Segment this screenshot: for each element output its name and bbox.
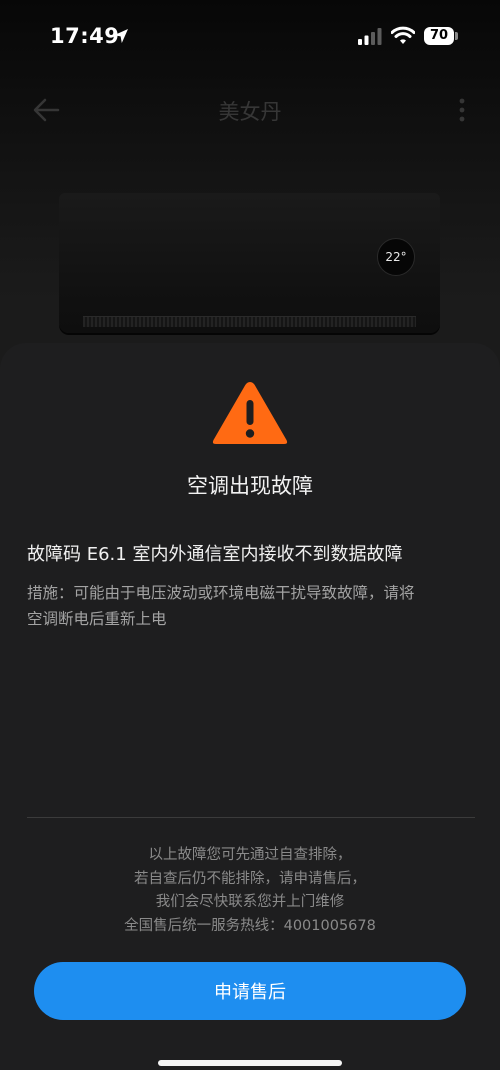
ac-vent [83, 316, 416, 327]
fault-screen: 17:49 70 美女丹 22° 空调出现故障 故障码 E6.1 室内外通信室内… [0, 0, 500, 1070]
cellular-signal-icon [358, 28, 382, 45]
dialog-title: 空调出现故障 [187, 474, 313, 498]
service-notice: 以上故障您可先通过自查排除， 若自查后仍不能排除，请申请售后， 我们会尽快联系您… [0, 844, 500, 938]
wifi-icon [391, 26, 415, 44]
page-title: 美女丹 [218, 100, 282, 124]
apply-after-sales-button[interactable]: 申请售后 [34, 962, 466, 1020]
more-vertical-icon[interactable] [456, 97, 468, 123]
measure-line: 空调断电后重新上电 [27, 610, 167, 628]
fault-dialog: 空调出现故障 故障码 E6.1 室内外通信室内接收不到数据故障 措施：可能由于电… [0, 343, 500, 1070]
app-header: 美女丹 [0, 84, 500, 136]
notice-line: 我们会尽快联系您并上门维修 [155, 894, 345, 910]
service-hotline: 全国售后统一服务热线：4001005678 [124, 917, 376, 934]
air-conditioner-image: 22° [59, 193, 440, 333]
status-bar: 17:49 70 [0, 0, 500, 72]
status-time: 17:49 [50, 24, 120, 48]
fault-code-text: 故障码 E6.1 室内外通信室内接收不到数据故障 [27, 544, 403, 565]
divider [27, 817, 475, 818]
notice-line: 若自查后仍不能排除，请申请售后， [134, 870, 366, 887]
battery-tip [455, 32, 458, 40]
ac-temperature-display: 22° [377, 238, 415, 276]
fault-measure-text: 措施：可能由于电压波动或环境电磁干扰导致故障，请将 空调断电后重新上电 [27, 580, 479, 632]
warning-triangle-icon [212, 382, 288, 444]
location-arrow-icon [114, 29, 128, 43]
measure-line: 措施：可能由于电压波动或环境电磁干扰导致故障，请将 [27, 584, 415, 602]
battery-indicator: 70 [424, 27, 454, 45]
notice-line: 以上故障您可先通过自查排除， [148, 847, 352, 863]
home-indicator[interactable] [158, 1060, 342, 1066]
